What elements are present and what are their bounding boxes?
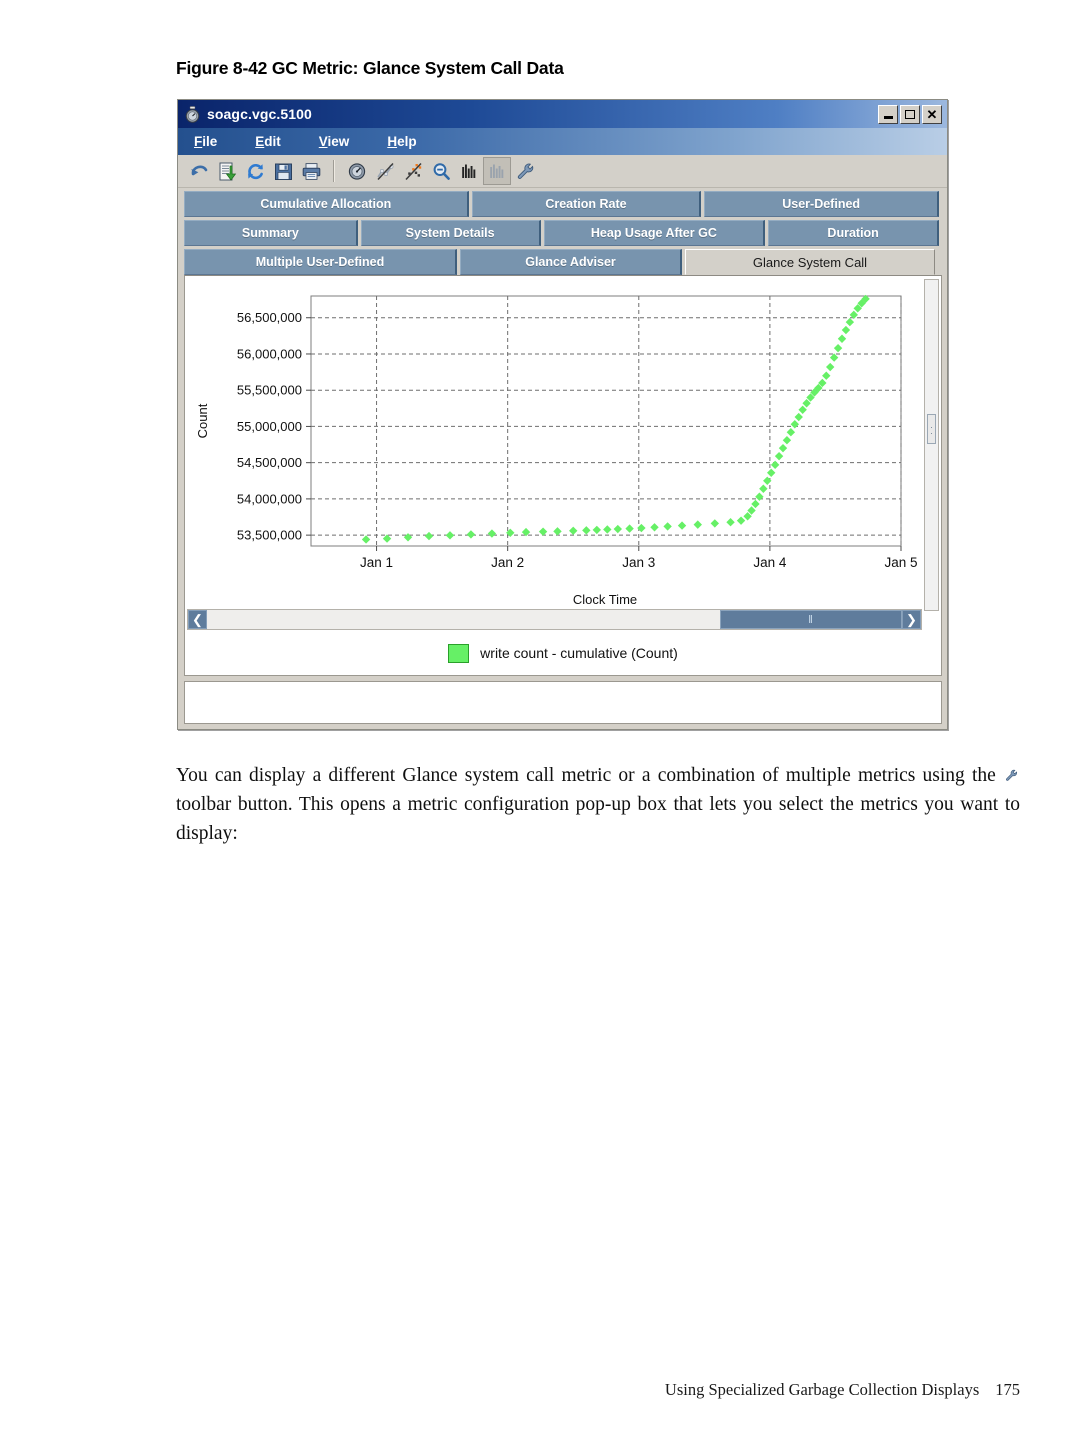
chart-canvas: 53,500,000 54,000,000 54,500,000 55,000,000…	[185, 276, 925, 621]
toolbar	[178, 155, 947, 188]
menu-view[interactable]: View	[319, 134, 350, 149]
tab-system-details[interactable]: System Details	[360, 220, 541, 246]
refresh-icon[interactable]	[241, 157, 269, 185]
undo-icon[interactable]	[185, 157, 213, 185]
minimize-button[interactable]	[878, 104, 898, 124]
menu-edit-rest: dit	[264, 134, 281, 149]
tab-heap-usage-after-gc[interactable]: Heap Usage After GC	[543, 220, 766, 246]
stopwatch-icon	[184, 105, 201, 123]
scatter-chart-icon[interactable]	[399, 157, 427, 185]
page-footer: Using Specialized Garbage Collection Dis…	[0, 1380, 1020, 1400]
x-axis-tick-label: Jan 1	[360, 555, 393, 570]
body-paragraph: You can display a different Glance syste…	[176, 761, 1020, 848]
y-axis-label: Count	[195, 403, 210, 438]
bar-chart-icon[interactable]	[455, 157, 483, 185]
menu-help-rest: elp	[397, 134, 417, 149]
status-bar	[184, 681, 942, 724]
toolbar-separator	[333, 160, 335, 182]
menu-bar: File Edit View Help	[178, 128, 947, 155]
scroll-right-arrow-icon[interactable]: ❯	[902, 610, 921, 629]
menu-edit[interactable]: Edit	[255, 134, 281, 149]
gauge-icon[interactable]	[343, 157, 371, 185]
x-axis-tick-label: Jan 2	[491, 555, 524, 570]
tab-multiple-user-defined[interactable]: Multiple User-Defined	[184, 249, 457, 275]
paragraph-text-after: toolbar button. This opens a metric conf…	[176, 794, 1020, 844]
scroll-left-arrow-icon[interactable]: ❮	[188, 610, 207, 629]
tab-duration[interactable]: Duration	[768, 220, 939, 246]
zoom-out-icon[interactable]	[427, 157, 455, 185]
x-axis-tick-label: Jan 5	[884, 555, 917, 570]
tab-cumulative-allocation[interactable]: Cumulative Allocation	[184, 191, 469, 217]
menu-file-rest: ile	[202, 134, 218, 149]
footer-title: Using Specialized Garbage Collection Dis…	[664, 1380, 980, 1399]
window-title: soagc.vgc.5100	[207, 106, 312, 122]
tab-summary[interactable]: Summary	[184, 220, 358, 246]
chart-vertical-scrollbar[interactable]	[924, 279, 939, 611]
maximize-button[interactable]	[900, 104, 920, 124]
page-number: 175	[995, 1380, 1020, 1399]
scatter-chart: 53,500,000 54,000,000 54,500,000 55,000,000…	[195, 294, 918, 607]
bar-chart-faded-icon[interactable]	[483, 157, 511, 185]
y-axis-tick-label: 56,500,000	[237, 310, 302, 325]
x-axis-tick-label: Jan 3	[622, 555, 655, 570]
menu-file[interactable]: File	[194, 134, 217, 149]
wrench-icon[interactable]	[511, 157, 539, 185]
legend-label-write-count: write count - cumulative (Count)	[480, 645, 678, 661]
y-axis-tick-label: 53,500,000	[237, 528, 302, 543]
close-button[interactable]: ✕	[922, 104, 942, 124]
wrench-icon	[1004, 763, 1019, 781]
tab-row-1: Cumulative Allocation Creation Rate User…	[184, 191, 942, 217]
chart-horizontal-scrollbar-track[interactable]: ‖	[207, 610, 902, 629]
menu-help[interactable]: Help	[387, 134, 416, 149]
y-axis-tick-label: 54,500,000	[237, 455, 302, 470]
print-icon[interactable]	[297, 157, 325, 185]
tab-strip: Cumulative Allocation Creation Rate User…	[178, 188, 947, 275]
chart-horizontal-scrollbar-thumb[interactable]: ‖	[720, 610, 902, 629]
chart-panel: 53,500,000 54,000,000 54,500,000 55,000,000…	[184, 275, 942, 676]
tab-user-defined[interactable]: User-Defined	[704, 191, 939, 217]
y-axis-tick-label: 55,500,000	[237, 383, 302, 398]
export-document-icon[interactable]	[213, 157, 241, 185]
tab-glance-adviser[interactable]: Glance Adviser	[460, 249, 682, 275]
paragraph-text-before: You can display a different Glance syste…	[176, 765, 1003, 786]
line-chart-off-icon[interactable]	[371, 157, 399, 185]
y-axis-ticks: 53,500,000 54,000,000 54,500,000 55,000,000…	[237, 310, 311, 543]
legend-swatch-write-count	[448, 643, 470, 663]
y-axis-tick-label: 56,000,000	[237, 346, 302, 361]
tab-row-3: Multiple User-Defined Glance Adviser Gla…	[184, 249, 942, 275]
tab-row-2: Summary System Details Heap Usage After …	[184, 220, 942, 246]
x-axis-tick-label: Jan 4	[753, 555, 787, 570]
chart-legend: write count - cumulative (Count)	[185, 636, 941, 670]
chart-horizontal-scrollbar[interactable]: ❮ ‖ ❯	[187, 609, 922, 630]
menu-view-rest: iew	[327, 134, 350, 149]
tab-creation-rate[interactable]: Creation Rate	[471, 191, 702, 217]
x-axis-label: Clock Time	[573, 592, 637, 607]
application-window: soagc.vgc.5100 ✕ File Edit View Help Cum…	[177, 99, 948, 730]
window-titlebar: soagc.vgc.5100 ✕	[178, 100, 947, 128]
figure-caption: Figure 8-42 GC Metric: Glance System Cal…	[176, 58, 564, 78]
window-controls: ✕	[878, 104, 942, 124]
chart-vertical-scrollbar-thumb[interactable]	[927, 414, 936, 444]
save-icon[interactable]	[269, 157, 297, 185]
tab-glance-system-call[interactable]: Glance System Call	[685, 249, 935, 275]
x-axis-ticks: Jan 1 Jan 2 Jan 3 Jan 4 Jan 5	[360, 546, 918, 570]
y-axis-tick-label: 55,000,000	[237, 419, 302, 434]
y-axis-tick-label: 54,000,000	[237, 491, 302, 506]
